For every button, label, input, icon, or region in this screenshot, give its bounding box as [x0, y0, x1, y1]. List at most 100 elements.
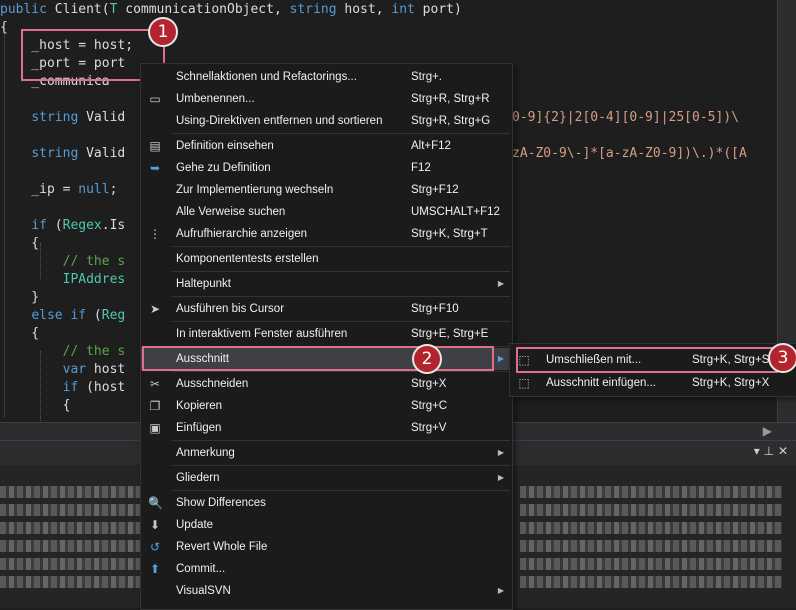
- menu-item-shortcut: Strg+E, Strg+E: [411, 328, 489, 340]
- menu-item-shortcut: Strg+F12: [411, 184, 459, 196]
- menu-item-breakpoint[interactable]: Haltepunkt ▶: [141, 273, 512, 295]
- close-icon[interactable]: ✕: [778, 444, 788, 458]
- menu-item-label: Ausschneiden: [176, 378, 249, 390]
- dropdown-icon[interactable]: ▾: [754, 444, 760, 458]
- menu-item-label: Show Differences: [176, 497, 266, 509]
- commit-icon: ⬆: [149, 562, 161, 576]
- menu-item-label: Gliedern: [176, 472, 220, 484]
- menu-item-peek-definition[interactable]: ▤ Definition einsehen Alt+F12: [141, 135, 512, 157]
- blurred-text: [520, 522, 782, 534]
- code-line: _ip = null;: [0, 182, 118, 197]
- submenu-arrow-icon: ▶: [497, 279, 504, 288]
- menu-item-shortcut: Strg+F10: [411, 303, 459, 315]
- code-line-signature: public Client(T communicationObject, str…: [0, 2, 462, 17]
- submenu-arrow-icon: ▶: [497, 473, 504, 482]
- menu-item-commit[interactable]: ⬆ Commit...: [141, 558, 512, 580]
- code-line: // the s: [62, 344, 126, 359]
- update-icon: ⬇: [149, 518, 161, 532]
- annotation-highlight-3: [516, 347, 778, 373]
- context-menu: Schnellaktionen und Refactorings... Strg…: [140, 63, 513, 610]
- menu-item-label: Kopieren: [176, 400, 223, 412]
- menu-item-shortcut: Strg+K, Strg+X: [692, 377, 770, 389]
- menu-item-copy[interactable]: ❐ Kopieren Strg+C: [141, 395, 512, 417]
- menu-item-label: Schnellaktionen und Refactorings...: [176, 71, 357, 83]
- blurred-text: [520, 558, 782, 570]
- menu-item-label: Aufrufhierarchie anzeigen: [176, 228, 308, 240]
- menu-item-label: Alle Verweise suchen: [176, 206, 286, 218]
- menu-item-call-hierarchy[interactable]: ⋮ Aufrufhierarchie anzeigen Strg+K, Strg…: [141, 223, 512, 245]
- menu-item-label: Using-Direktiven entfernen und sortieren: [176, 115, 383, 127]
- revert-icon: ↺: [149, 540, 161, 554]
- scroll-right-icon[interactable]: ▶: [763, 424, 772, 438]
- menu-item-remove-usings[interactable]: Using-Direktiven entfernen und sortieren…: [141, 110, 512, 132]
- code-line: }: [0, 290, 40, 305]
- submenu-arrow-icon: ▶: [497, 354, 504, 363]
- menu-item-label: Gehe zu Definition: [176, 162, 271, 174]
- code-line: if (host: [62, 380, 126, 395]
- menu-item-label: Anmerkung: [176, 447, 235, 459]
- code-line: var host: [62, 362, 126, 377]
- menu-item-interactive-window[interactable]: In interaktivem Fenster ausführen Strg+E…: [141, 323, 512, 345]
- menu-item-visualsvn[interactable]: VisualSVN ▶: [141, 580, 512, 602]
- peek-definition-icon: ▤: [149, 139, 161, 153]
- menu-item-find-all-references[interactable]: Alle Verweise suchen UMSCHALT+F12: [141, 201, 512, 223]
- insert-snippet-icon: ⬚: [518, 376, 530, 390]
- menu-item-cut[interactable]: ✂ Ausschneiden Strg+X: [141, 373, 512, 395]
- blurred-text: [520, 540, 782, 552]
- annotation-badge-1: 1: [148, 17, 178, 47]
- menu-separator: [171, 246, 510, 247]
- scissors-icon: ✂: [149, 377, 161, 391]
- menu-separator: [171, 371, 510, 372]
- menu-item-shortcut: Strg+R, Strg+R: [411, 93, 490, 105]
- paste-icon: ▣: [149, 421, 161, 435]
- code-line: // the s: [62, 254, 126, 269]
- menu-separator: [171, 271, 510, 272]
- menu-item-annotation[interactable]: Anmerkung ▶: [141, 442, 512, 464]
- call-hierarchy-icon: ⋮: [149, 227, 161, 241]
- code-line: {: [0, 326, 40, 341]
- menu-item-shortcut: Alt+F12: [411, 140, 451, 152]
- blurred-text: [520, 504, 782, 516]
- menu-item-label: Zur Implementierung wechseln: [176, 184, 334, 196]
- menu-separator: [171, 490, 510, 491]
- menu-item-revert[interactable]: ↺ Revert Whole File: [141, 536, 512, 558]
- code-line: {: [0, 398, 71, 413]
- submenu-arrow-icon: ▶: [497, 586, 504, 595]
- menu-item-run-to-cursor[interactable]: ➤ Ausführen bis Cursor Strg+F10: [141, 298, 512, 320]
- submenu-item-insert-snippet[interactable]: ⬚ Ausschnitt einfügen... Strg+K, Strg+X: [510, 372, 796, 394]
- menu-item-outlining[interactable]: Gliedern ▶: [141, 467, 512, 489]
- menu-item-shortcut: Strg+K, Strg+T: [411, 228, 488, 240]
- code-line: if (Regex.Is: [31, 218, 126, 233]
- menu-separator: [171, 440, 510, 441]
- menu-item-quick-actions[interactable]: Schnellaktionen und Refactorings... Strg…: [141, 66, 512, 88]
- menu-item-shortcut: Strg+R, Strg+G: [411, 115, 491, 127]
- code-line: string Valid: [31, 110, 126, 125]
- annotation-badge-3: 3: [768, 343, 796, 373]
- menu-item-label: Haltepunkt: [176, 278, 231, 290]
- menu-item-shortcut: Strg+V: [411, 422, 447, 434]
- menu-item-go-to-definition[interactable]: ➥ Gehe zu Definition F12: [141, 157, 512, 179]
- menu-item-shortcut: Strg+.: [411, 71, 443, 83]
- menu-item-go-to-implementation[interactable]: Zur Implementierung wechseln Strg+F12: [141, 179, 512, 201]
- menu-item-rename[interactable]: ▭ Umbenennen... Strg+R, Strg+R: [141, 88, 512, 110]
- submenu-arrow-icon: ▶: [497, 448, 504, 457]
- menu-item-show-differences[interactable]: 🔍 Show Differences: [141, 492, 512, 514]
- pane-tools: ▾ ⊥ ✕: [754, 444, 788, 458]
- menu-item-label: Umbenennen...: [176, 93, 255, 105]
- menu-separator: [171, 465, 510, 466]
- diff-icon: 🔍: [148, 496, 163, 510]
- blurred-text: [520, 576, 782, 588]
- menu-separator: [171, 321, 510, 322]
- menu-item-create-unit-tests[interactable]: Komponententests erstellen: [141, 248, 512, 270]
- pin-icon[interactable]: ⊥: [764, 444, 774, 458]
- menu-item-shortcut: Strg+X: [411, 378, 447, 390]
- menu-item-paste[interactable]: ▣ Einfügen Strg+V: [141, 417, 512, 439]
- menu-item-label: VisualSVN: [176, 585, 231, 597]
- menu-separator: [171, 133, 510, 134]
- code-line: else if (Reg: [31, 308, 126, 323]
- menu-item-label: Update: [176, 519, 214, 531]
- menu-item-update[interactable]: ⬇ Update: [141, 514, 512, 536]
- cursor-icon: ➤: [149, 302, 161, 316]
- regex-fragment: zA-Z0-9\-]*[a-zA-Z0-9])\.)*([A: [512, 146, 747, 161]
- code-line: string Valid: [31, 146, 126, 161]
